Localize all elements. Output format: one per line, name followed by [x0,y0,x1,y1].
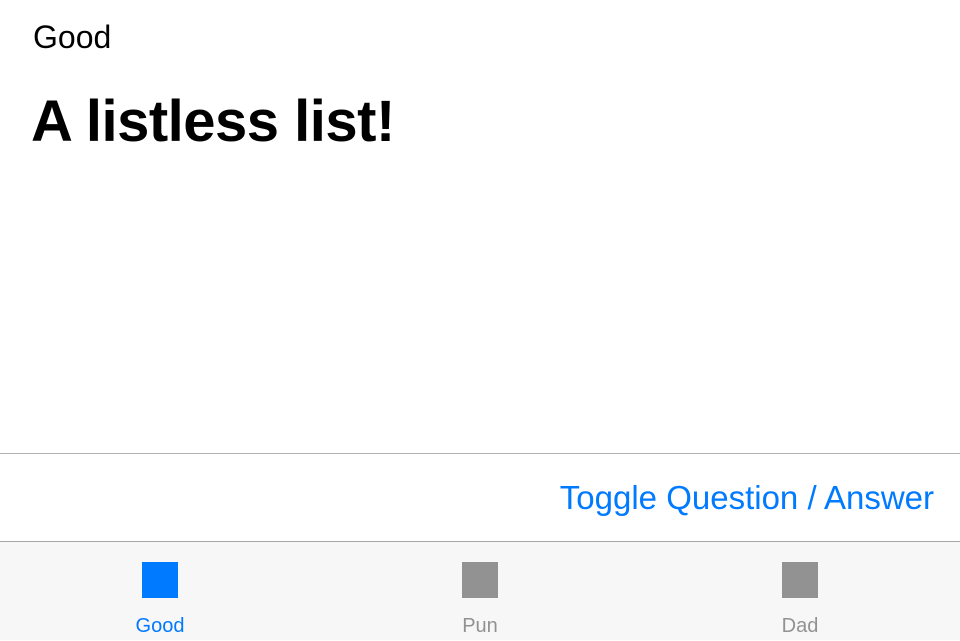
square-icon [462,562,498,598]
tab-label-pun: Pun [462,615,498,637]
joke-text: A listless list! [31,89,395,154]
tab-good[interactable]: Good [0,542,320,641]
category-label: Good [33,19,112,55]
tab-label-good: Good [135,615,185,637]
tab-bar: Good Pun Dad [0,541,960,640]
tab-label-dad: Dad [781,615,819,637]
toggle-question-answer-button[interactable]: Toggle Question / Answer [560,478,934,518]
joke-content-area: Good A listless list! [0,0,960,453]
square-icon [142,562,178,598]
square-icon [782,562,818,598]
toggle-toolbar: Toggle Question / Answer [0,454,960,541]
tab-dad[interactable]: Dad [640,542,960,641]
tab-pun[interactable]: Pun [320,542,640,641]
